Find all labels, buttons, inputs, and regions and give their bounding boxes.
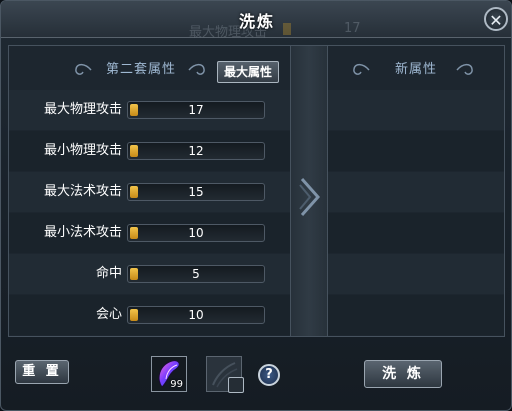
new-attributes-header: 新属性 — [394, 62, 437, 77]
wash-stone-slot[interactable]: 99 — [151, 356, 187, 392]
max-attributes-button[interactable]: 最大属性 — [217, 61, 279, 83]
new-attribute-row — [328, 254, 504, 294]
help-icon: ? — [265, 367, 273, 382]
attribute-label: 最大物理攻击 — [43, 102, 122, 117]
right-arrow-icon — [299, 178, 321, 216]
help-button[interactable]: ? — [258, 364, 280, 386]
attribute-bar: 10 — [127, 224, 265, 242]
reset-button[interactable]: 重 置 — [15, 360, 69, 384]
attribute-bar: 10 — [127, 306, 265, 324]
attribute-bar: 17 — [127, 101, 265, 119]
attribute-label: 最大法术攻击 — [43, 184, 122, 199]
close-icon: ✕ — [489, 11, 503, 30]
attribute-label: 命中 — [95, 266, 122, 281]
attribute-row: 最小物理攻击 12 — [9, 131, 290, 171]
window-title: 洗炼 — [238, 12, 275, 31]
wash-window: 最大物理攻击 17 洗炼 ✕ 第二套属性 最大属性 新属性 最大物理攻击 17 … — [0, 0, 512, 411]
attribute-value: 12 — [188, 144, 204, 158]
attribute-label: 会心 — [95, 307, 122, 322]
new-attribute-row — [328, 213, 504, 253]
attribute-value: 10 — [188, 226, 204, 240]
attribute-row: 最大物理攻击 17 — [9, 90, 290, 130]
attribute-label: 最小物理攻击 — [43, 143, 122, 158]
attribute-bar: 15 — [127, 183, 265, 201]
slot-checkbox[interactable] — [228, 377, 244, 393]
close-button[interactable]: ✕ — [484, 7, 508, 31]
attribute-label: 最小法术攻击 — [43, 225, 122, 240]
wash-button[interactable]: 洗 炼 — [364, 360, 442, 388]
attribute-row: 最大法术攻击 15 — [9, 172, 290, 212]
new-attribute-row — [328, 172, 504, 212]
attribute-value: 10 — [188, 308, 204, 322]
attribute-row: 最小法术攻击 10 — [9, 213, 290, 253]
item-count: 99 — [170, 379, 183, 390]
attribute-row: 会心 10 — [9, 295, 290, 335]
attribute-value: 5 — [192, 267, 200, 281]
new-attribute-row — [328, 131, 504, 171]
new-attribute-row — [328, 295, 504, 335]
current-set-header: 第二套属性 — [105, 62, 176, 77]
attribute-bar: 12 — [127, 142, 265, 160]
attribute-value: 17 — [188, 103, 204, 117]
attribute-bar: 5 — [127, 265, 265, 283]
attribute-value: 15 — [188, 185, 204, 199]
new-attribute-row — [328, 90, 504, 130]
attribute-row: 命中 5 — [9, 254, 290, 294]
